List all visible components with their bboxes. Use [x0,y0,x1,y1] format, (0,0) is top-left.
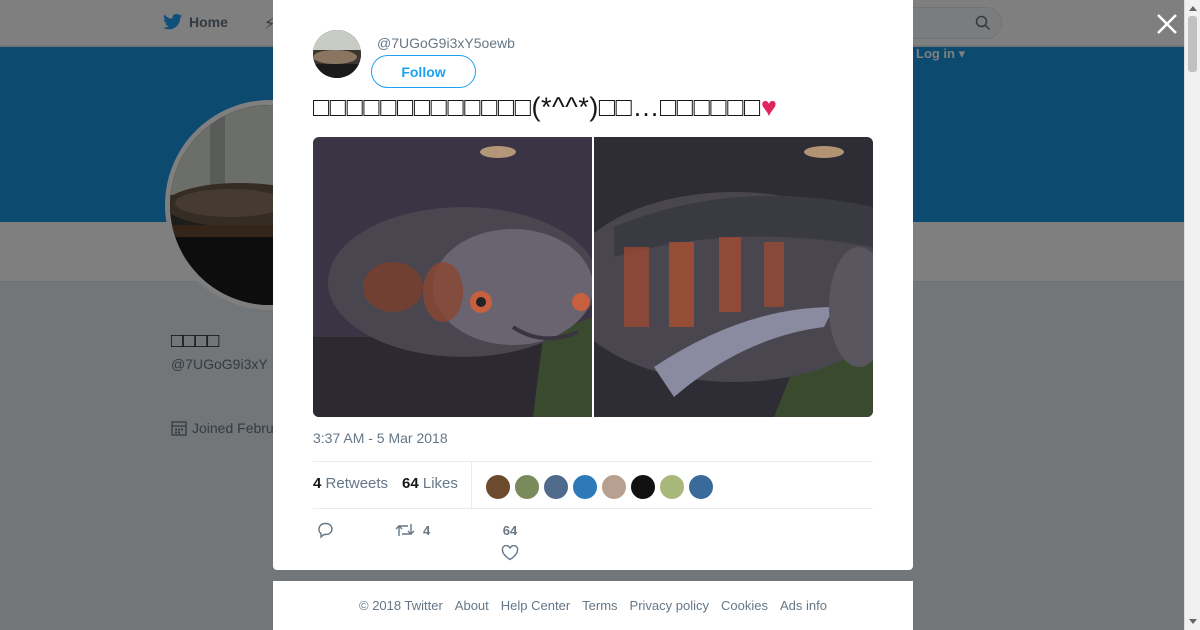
liker-avatar[interactable] [659,474,685,500]
liker-avatar[interactable] [688,474,714,500]
retweets-stat[interactable]: 4 Retweets [313,475,388,492]
footer-link[interactable]: Help Center [501,598,570,613]
heart-emoji: ♥ [760,92,778,122]
footer-link[interactable]: About [455,598,489,613]
footer-link[interactable]: Cookies [721,598,768,613]
footer-links: © 2018 Twitter About Help Center Terms Priva… [273,581,913,630]
heart-icon [501,545,519,561]
retweets-count: 4 [313,475,322,492]
stats-divider [471,462,472,509]
like-count: 64 [502,523,518,538]
tweet-modal: @7UGoG9i3xY5oewb Follow □□□□□□□□□□□□□(*^… [273,0,913,570]
author-avatar-image [313,30,361,78]
likes-count: 64 [402,475,419,492]
media-photo-2[interactable] [594,137,873,417]
tweet-text: □□□□□□□□□□□□□(*^^*)□□…□□□□□□♥ [313,92,777,123]
tweet-author-handle[interactable]: @7UGoG9i3xY5oewb [377,35,515,51]
tweet-media[interactable] [313,137,873,417]
close-icon[interactable] [1154,11,1180,37]
like-action[interactable]: 64 [501,523,519,561]
tweet-author-avatar[interactable] [313,30,361,78]
tweet-stats: 4 Retweets 64 Likes [313,461,873,509]
follow-button[interactable]: Follow [371,55,476,88]
reply-icon [318,522,333,539]
footer-link[interactable]: Ads info [780,598,827,613]
tweet-text-body: □□□□□□□□□□□□□(*^^*)□□…□□□□□□ [313,92,761,122]
scroll-down-icon[interactable] [1189,619,1197,624]
liker-avatar[interactable] [543,474,569,500]
retweet-count: 4 [423,522,431,538]
liker-avatar[interactable] [601,474,627,500]
retweets-label: Retweets [325,475,389,492]
footer-link: © 2018 Twitter [359,598,443,613]
liker-avatar[interactable] [514,474,540,500]
scrollbar-thumb[interactable] [1188,16,1197,72]
page-scrollbar[interactable] [1184,0,1200,630]
reply-action[interactable] [316,521,342,539]
footer-link[interactable]: Privacy policy [630,598,709,613]
retweet-action[interactable]: 4 [395,521,430,539]
liker-avatar[interactable] [630,474,656,500]
liker-avatar[interactable] [572,474,598,500]
retweet-icon [395,524,415,536]
liker-avatar[interactable] [485,474,511,500]
likes-label: Likes [422,475,458,492]
tweet-timestamp[interactable]: 3:37 AM - 5 Mar 2018 [313,430,448,446]
scroll-up-icon[interactable] [1189,6,1197,11]
likes-stat[interactable]: 64 Likes [402,475,458,492]
liker-avatars [485,474,714,500]
media-photo-1[interactable] [313,137,592,417]
footer-link[interactable]: Terms [582,598,617,613]
tweet-actions: 4 64 [313,515,873,565]
